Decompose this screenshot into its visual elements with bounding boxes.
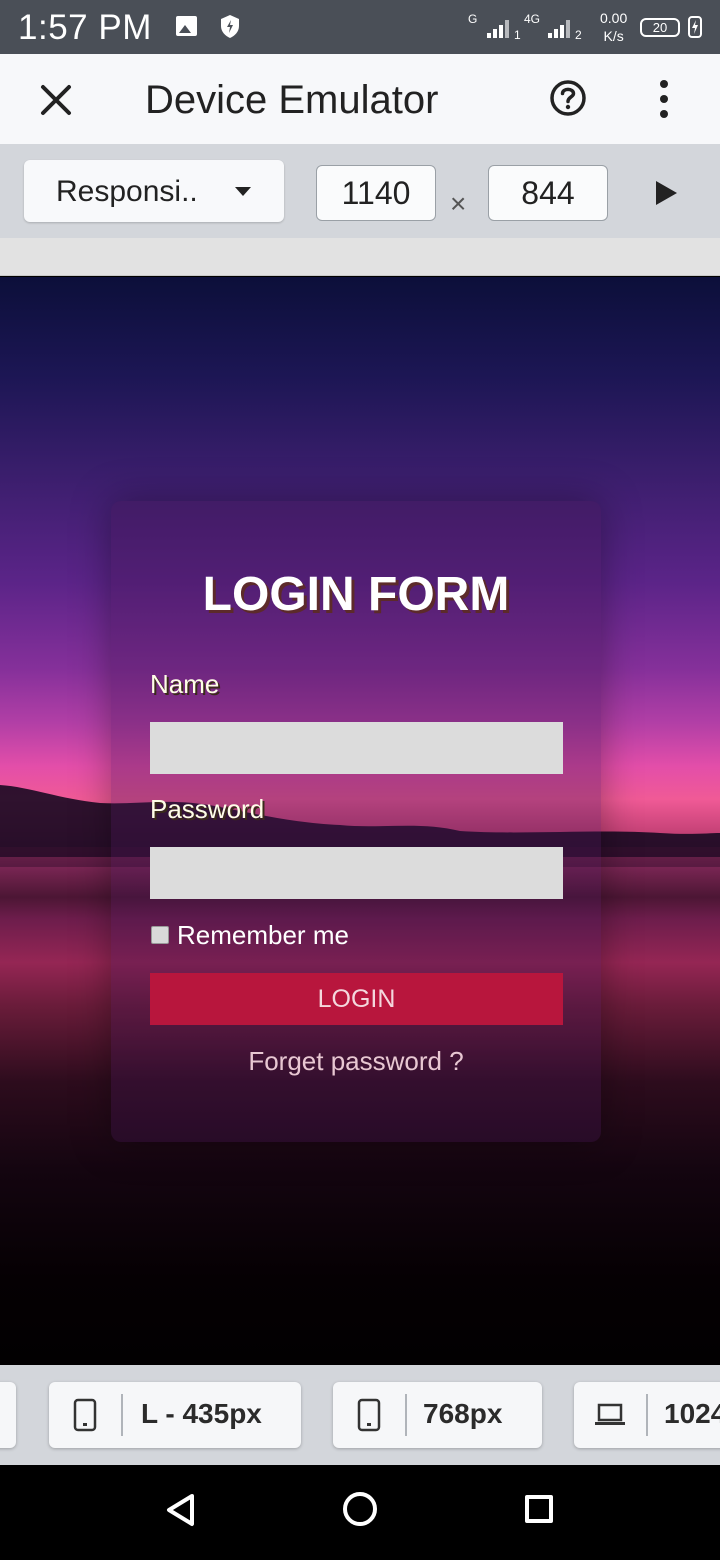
- width-input[interactable]: 1140: [316, 165, 436, 221]
- device-chip-phone[interactable]: L - 435px: [49, 1382, 301, 1448]
- device-chip-laptop-label: 1024px: [664, 1398, 720, 1429]
- password-input[interactable]: [150, 847, 563, 899]
- gallery-notification-icon: [176, 16, 197, 36]
- chip-divider: [405, 1394, 407, 1436]
- device-select-value: Responsi..: [56, 175, 198, 208]
- sim1-label: 1: [514, 28, 521, 42]
- forget-password-link[interactable]: Forget password ?: [111, 1046, 601, 1077]
- dimension-separator: ×: [450, 188, 467, 219]
- remember-label[interactable]: Remember me: [177, 920, 349, 951]
- network-type-left: G: [468, 12, 478, 26]
- charging-icon: [688, 16, 702, 38]
- login-form-card: LOGIN FORM Name Password Remember me LOG…: [111, 501, 601, 1142]
- password-label: Password: [150, 794, 265, 824]
- network-type-right: 4G: [524, 12, 541, 26]
- viewport-ruler: [0, 238, 720, 276]
- chip-divider: [646, 1394, 648, 1436]
- chip-divider: [121, 1394, 123, 1436]
- net-speed: 0.00 K/s: [600, 9, 627, 45]
- app-bar: Device Emulator: [0, 54, 720, 144]
- back-icon[interactable]: [163, 1492, 197, 1528]
- height-input[interactable]: 844: [488, 165, 608, 221]
- play-icon[interactable]: [656, 181, 677, 205]
- emulated-viewport: LOGIN FORM Name Password Remember me LOG…: [0, 277, 720, 1365]
- device-chip-previous[interactable]: [0, 1382, 16, 1448]
- signal-strength-1-icon: [487, 18, 509, 38]
- name-label: Name: [150, 669, 220, 699]
- system-nav-bar: [0, 1465, 720, 1560]
- device-select[interactable]: Responsi..: [24, 160, 284, 222]
- app-title: Device Emulator: [145, 78, 439, 122]
- device-chip-tablet-label: 768px: [423, 1398, 503, 1429]
- net-speed-value: 0.00: [600, 10, 628, 26]
- more-options-icon[interactable]: [646, 74, 682, 126]
- recent-apps-icon[interactable]: [525, 1495, 553, 1523]
- name-input[interactable]: [150, 722, 563, 774]
- close-icon[interactable]: [30, 74, 82, 126]
- dropdown-caret-icon: [235, 187, 251, 196]
- device-chip-tablet[interactable]: 768px: [333, 1382, 542, 1448]
- emulator-toolbar: Responsi.. 1140 × 844: [0, 144, 720, 238]
- status-bar: 1:57 PM G 1 4G 2 0.00 K/s 20: [0, 0, 720, 54]
- remember-checkbox[interactable]: [151, 926, 169, 944]
- phone-icon: [73, 1398, 97, 1432]
- login-button[interactable]: LOGIN: [150, 973, 563, 1025]
- status-time: 1:57 PM: [18, 8, 152, 47]
- net-speed-unit: K/s: [603, 28, 624, 44]
- battery-icon: 20: [640, 18, 680, 37]
- home-icon[interactable]: [343, 1492, 377, 1526]
- shield-notification-icon: [221, 15, 239, 38]
- signal-strength-2-icon: [548, 18, 570, 38]
- device-preset-bar: L - 435px 768px 1024px: [0, 1365, 720, 1465]
- form-title: LOGIN FORM: [202, 568, 510, 621]
- help-icon[interactable]: [544, 74, 592, 122]
- device-chip-laptop[interactable]: 1024px: [574, 1382, 720, 1448]
- device-chip-phone-label: L - 435px: [141, 1398, 262, 1429]
- laptop-icon: [595, 1403, 625, 1425]
- tablet-icon: [357, 1398, 381, 1432]
- sim2-label: 2: [575, 28, 582, 42]
